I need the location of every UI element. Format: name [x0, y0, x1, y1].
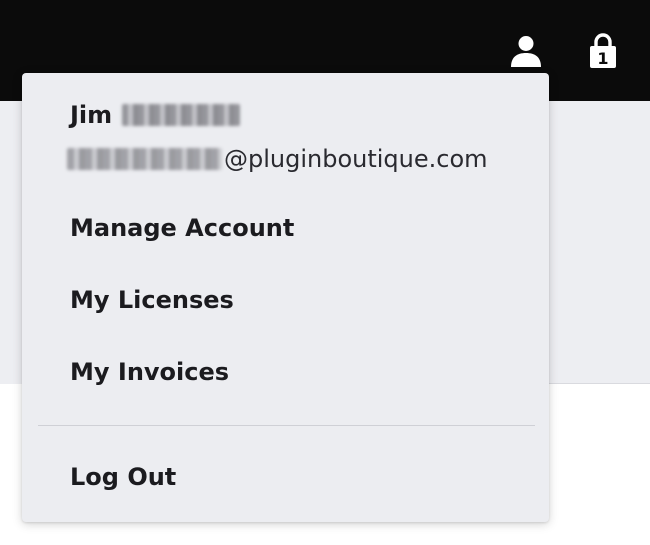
user-first-name: Jim: [70, 101, 113, 129]
account-user-name: Jim: [70, 101, 241, 129]
menu-item-my-invoices[interactable]: My Invoices: [70, 358, 229, 386]
menu-divider: [38, 425, 535, 426]
user-icon-glyph: [511, 36, 541, 67]
cart-icon[interactable]: 1: [586, 33, 620, 69]
menu-item-my-licenses[interactable]: My Licenses: [70, 286, 234, 314]
cart-icon-glyph: 1: [590, 33, 616, 68]
backdrop-divider: [549, 383, 650, 384]
email-domain: @pluginboutique.com: [224, 145, 488, 173]
menu-item-log-out[interactable]: Log Out: [70, 463, 176, 491]
menu-item-manage-account[interactable]: Manage Account: [70, 214, 294, 242]
account-user-email: @pluginboutique.com: [67, 145, 488, 173]
user-icon[interactable]: [509, 33, 543, 69]
account-dropdown-menu: Jim @pluginboutique.com Manage Account M…: [22, 73, 549, 522]
redacted-email-local-part: [67, 148, 222, 170]
cart-count-badge: 1: [597, 49, 608, 68]
redacted-surname: [122, 104, 241, 126]
